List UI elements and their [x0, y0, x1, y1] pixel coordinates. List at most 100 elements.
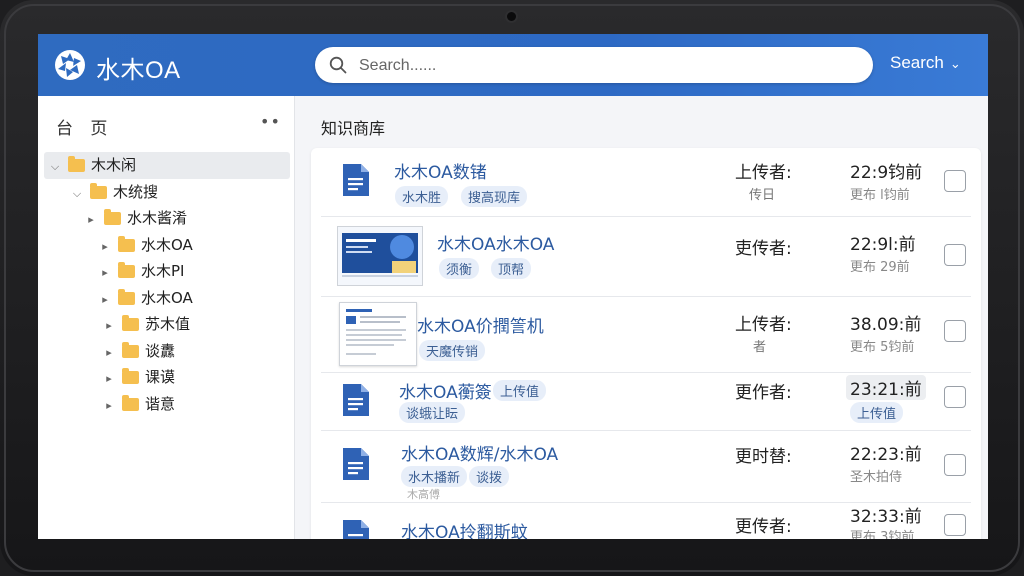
sidebar-title: 台 页 [56, 119, 114, 139]
tree-node[interactable]: ▸ 谈纛 [44, 338, 290, 365]
document-icon [343, 164, 369, 196]
tree-node[interactable]: ▸ 水木OA [44, 232, 290, 259]
chevron-right-icon[interactable]: ▸ [102, 340, 116, 367]
document-title[interactable]: 水木OA价撋䇾机 [417, 312, 544, 337]
document-title[interactable]: 水木OA数锗 [394, 158, 487, 183]
search-icon [329, 56, 347, 74]
more-options-icon[interactable]: •• [260, 112, 281, 131]
page-title: 知识商库 [321, 119, 386, 138]
chevron-down-icon: ⌄ [949, 56, 961, 71]
document-icon [343, 520, 369, 539]
chevron-right-icon[interactable]: ▸ [102, 366, 116, 393]
folder-icon [118, 262, 135, 278]
document-title[interactable]: 水木OA蘅簽 [399, 378, 492, 403]
app-brand: 水木OA [96, 57, 181, 84]
chevron-right-icon[interactable]: ▸ [98, 260, 112, 287]
folder-icon [118, 288, 135, 305]
tree-node-label: 水木OA [141, 235, 193, 254]
document-tag[interactable]: 天魔传销 [419, 340, 486, 361]
uploader-label: 更传者: [735, 517, 792, 537]
document-tag[interactable]: 水木胜 [395, 186, 449, 207]
upload-time: 22:9钧前 [850, 163, 923, 183]
tree-node[interactable]: ▸ 水木酱淆 [44, 205, 290, 232]
tree-node[interactable]: ▸ 谐意 [44, 391, 290, 418]
tree-node-label: 谐意 [145, 394, 176, 413]
search-input[interactable] [357, 53, 861, 79]
document-row[interactable]: 水木OA水木OA 须衡 顶帮 吏传者: 22:9l:前 更布 29前 [321, 216, 971, 297]
document-list: 水木OA数锗 水木胜 搜高现库 上传者: 传日 22:9钧前 更布 l钧前 水木… [311, 148, 981, 539]
document-tag[interactable]: 水木播新 [401, 466, 468, 487]
uploader-name: 者 [753, 340, 767, 355]
search-box[interactable] [315, 47, 873, 83]
row-checkbox[interactable] [944, 320, 966, 342]
app-header: 水木OA Search ⌄ [38, 34, 988, 96]
document-row[interactable]: 水木OA价撋䇾机 天魔传销 上传者: 者 38.09:前 更布 5钧前 [321, 296, 971, 373]
document-row[interactable]: 水木OA数锗 水木胜 搜高现库 上传者: 传日 22:9钧前 更布 l钧前 [321, 148, 971, 217]
update-time: 更布 5钧前 [850, 340, 915, 355]
tree-node-label: 木统搜 [113, 182, 159, 201]
document-thumbnail[interactable] [339, 302, 417, 366]
folder-icon [122, 394, 139, 411]
upload-time: 32:33:前 [850, 507, 922, 527]
row-checkbox[interactable] [944, 170, 966, 192]
app-screen: 水木OA Search ⌄ 台 页 •• ⌵ 木木闲 ⌵ 木统搜 [38, 34, 988, 539]
tree-node-label: 木木闲 [91, 156, 137, 174]
document-row[interactable]: 水木OA蘅簽 上传值 谈蛾让眃 更作者: 23:21:前 上传值 [321, 372, 971, 431]
chevron-right-icon[interactable]: ▸ [102, 313, 116, 340]
tree-node[interactable]: ⌵ 木木闲 [44, 152, 290, 179]
folder-icon [68, 156, 85, 172]
row-checkbox[interactable] [944, 514, 966, 536]
document-tag[interactable]: 须衡 [439, 258, 480, 279]
chevron-down-icon[interactable]: ⌵ [70, 181, 84, 208]
document-title[interactable]: 水木OA数辉/水木OA [401, 440, 558, 465]
tree-node[interactable]: ▸ 水木PI [44, 258, 290, 285]
row-checkbox[interactable] [944, 454, 966, 476]
tree-node[interactable]: ▸ 水木OA [44, 285, 290, 312]
update-time: 圣木拍侍 [850, 470, 903, 485]
update-time: 更布 l钧前 [850, 188, 910, 203]
update-time: 上传值 [850, 402, 904, 423]
document-title[interactable]: 水木OA水木OA [437, 230, 554, 255]
chevron-right-icon[interactable]: ▸ [98, 287, 112, 314]
tree-node[interactable]: ⌵ 木统搜 [44, 179, 290, 206]
chevron-down-icon[interactable]: ⌵ [48, 154, 62, 181]
chevron-right-icon[interactable]: ▸ [98, 234, 112, 261]
tree-node-label: 苏木值 [145, 315, 191, 333]
document-icon [343, 384, 369, 416]
search-button[interactable]: Search ⌄ [890, 53, 961, 73]
slide-preview-icon [338, 227, 422, 285]
document-tag[interactable]: 顶帮 [491, 258, 532, 279]
row-checkbox[interactable] [944, 386, 966, 408]
chevron-right-icon[interactable]: ▸ [84, 207, 98, 234]
main-content: 知识商库 水木OA数锗 水木胜 搜高现库 上传者: 传日 22:9钧前 更布 l… [295, 96, 988, 539]
document-row[interactable]: 水木OA数辉/水木OA 水木播新 谈拨 木高傅 更时替: 22:23:前 圣木拍… [321, 430, 971, 503]
chevron-right-icon[interactable]: ▸ [102, 393, 116, 420]
document-tag[interactable]: 搜高现库 [461, 186, 528, 207]
folder-icon [122, 368, 139, 384]
search-button-label: Search [890, 53, 944, 72]
row-checkbox[interactable] [944, 244, 966, 266]
document-row[interactable]: 水木OA拎翻斯蚊 更传者: 32:33:前 更布 3钧前 [321, 502, 971, 539]
tree-node-label: 水木OA [141, 288, 193, 307]
document-tag[interactable]: 谈拨 [469, 466, 510, 487]
document-tag[interactable]: 谈蛾让眃 [399, 402, 466, 423]
uploader-label: 更作者: [735, 383, 792, 403]
uploader-label: 上传者: [735, 315, 792, 335]
upload-time: 23:21:前 [846, 375, 926, 400]
tree-node-label: 谈纛 [145, 341, 176, 360]
tablet-frame: 水木OA Search ⌄ 台 页 •• ⌵ 木木闲 ⌵ 木统搜 [0, 0, 1024, 576]
camera-dot [507, 12, 516, 21]
document-title[interactable]: 水木OA拎翻斯蚊 [401, 518, 528, 539]
aperture-logo-icon [55, 50, 85, 80]
upload-time: 22:23:前 [850, 445, 922, 465]
update-time: 更布 3钧前 [850, 530, 915, 539]
tree-node[interactable]: ▸ 课谟 [44, 364, 290, 391]
update-time: 更布 29前 [850, 260, 910, 275]
tree-node[interactable]: ▸ 苏木值 [44, 311, 290, 338]
uploader-label: 吏传者: [735, 239, 792, 259]
uploader-label: 更时替: [735, 447, 792, 467]
document-icon [343, 448, 369, 480]
tree-node-label: 水木PI [141, 262, 185, 280]
document-thumbnail[interactable] [337, 226, 423, 286]
document-tag[interactable]: 上传值 [493, 380, 547, 401]
